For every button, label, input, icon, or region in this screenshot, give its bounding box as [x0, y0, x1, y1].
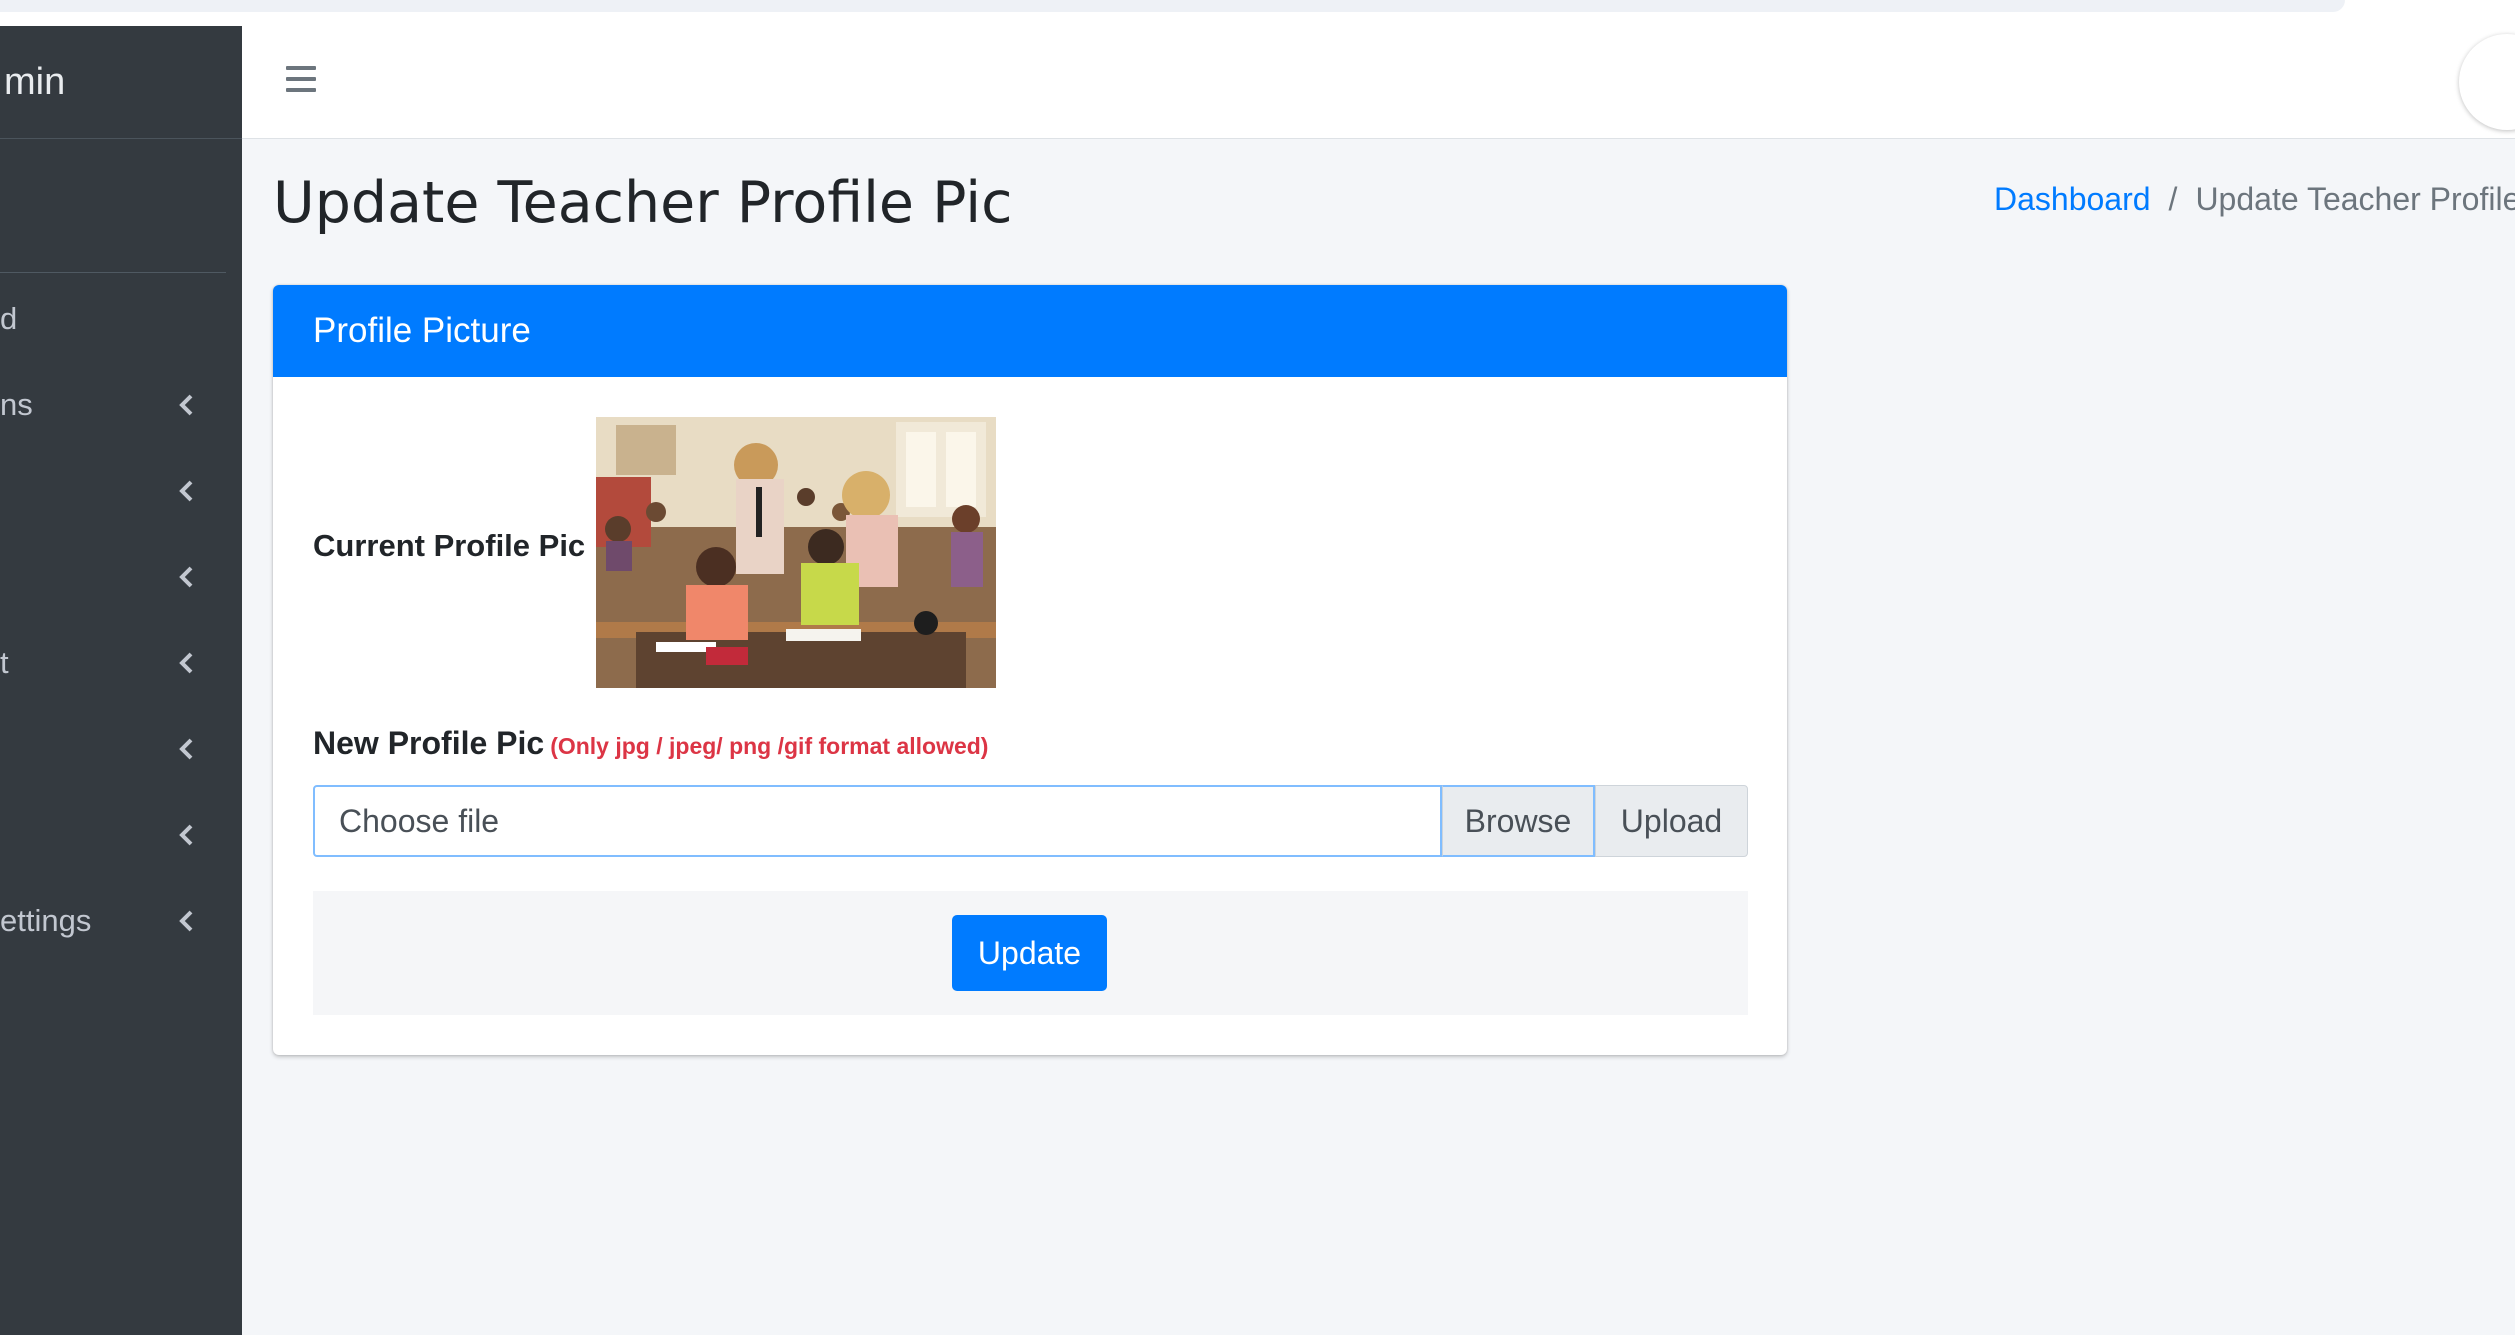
sidebar-item-settings[interactable]: ettings — [0, 878, 242, 964]
sidebar-item-dashboard[interactable]: d — [0, 276, 242, 362]
new-profile-pic-label: New Profile Pic (Only jpg / jpeg/ png /gi… — [313, 725, 988, 762]
card-footer: Update — [313, 891, 1748, 1015]
chevron-left-icon — [178, 792, 200, 878]
breadcrumb-separator: / — [2168, 181, 2178, 217]
chevron-left-icon — [178, 620, 200, 706]
chevron-left-icon — [178, 706, 200, 792]
sidebar-item-label: ns — [0, 387, 33, 422]
current-profile-pic-label: Current Profile Pic — [313, 528, 586, 563]
chevron-left-icon — [178, 362, 200, 448]
sidebar-item-label: t — [0, 645, 9, 680]
chevron-left-icon — [178, 878, 200, 964]
chevron-left-icon — [178, 448, 200, 534]
profile-picture-card: Profile Picture Current Profile Pic New … — [273, 285, 1787, 1055]
current-profile-image — [596, 417, 996, 688]
sidebar-item-2[interactable]: ns — [0, 362, 242, 448]
page-title: Update Teacher Profile Pic — [273, 170, 1013, 236]
breadcrumb: Dashboard / Update Teacher Profile — [1994, 181, 2515, 218]
update-button[interactable]: Update — [952, 915, 1107, 991]
upload-button[interactable]: Upload — [1595, 785, 1748, 857]
sidebar-item-label: ettings — [0, 903, 92, 938]
sidebar-brand[interactable]: min — [0, 26, 242, 139]
sidebar-nav: d ns t ettings — [0, 273, 242, 964]
chevron-left-icon — [178, 534, 200, 620]
browse-button[interactable]: Browse — [1442, 785, 1595, 857]
sidebar-item-5[interactable]: t — [0, 620, 242, 706]
user-panel — [0, 139, 226, 273]
sidebar: min d ns t ettings — [0, 26, 242, 1335]
breadcrumb-current: Update Teacher Profile — [2195, 181, 2515, 217]
top-navbar — [242, 26, 2515, 139]
sidebar-item-7[interactable] — [0, 792, 242, 878]
sidebar-item-6[interactable] — [0, 706, 242, 792]
new-profile-pic-text: New Profile Pic — [313, 725, 545, 761]
format-note: (Only jpg / jpeg/ png /gif format allowe… — [550, 733, 989, 759]
hamburger-icon[interactable] — [286, 66, 318, 96]
sidebar-item-label: d — [0, 301, 18, 336]
sidebar-item-3[interactable] — [0, 448, 242, 534]
file-chooser-input[interactable]: Choose file — [313, 785, 1442, 857]
sidebar-item-4[interactable] — [0, 534, 242, 620]
user-avatar[interactable] — [2459, 34, 2515, 130]
card-header: Profile Picture — [273, 285, 1787, 377]
browser-address-strip — [0, 0, 2515, 28]
address-bar[interactable] — [0, 0, 2345, 12]
breadcrumb-dashboard-link[interactable]: Dashboard — [1994, 181, 2151, 217]
